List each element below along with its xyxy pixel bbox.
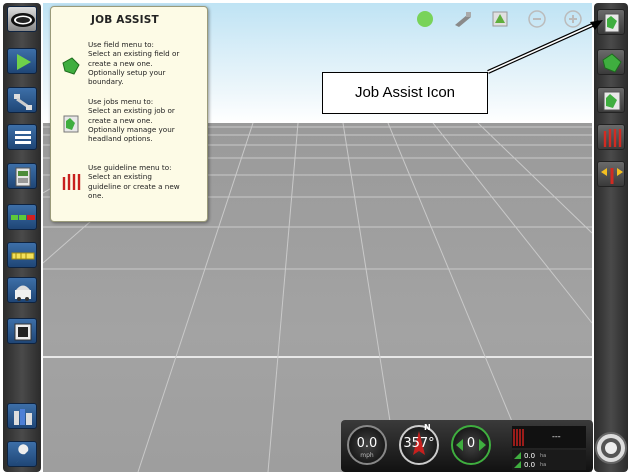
gps-status-icon[interactable]: [415, 9, 435, 29]
field-menu-icon: [60, 55, 82, 77]
compass-north-label: N: [424, 423, 431, 432]
jobs-menu-icon: [60, 113, 82, 135]
left-toolbar: [3, 3, 41, 472]
job-assist-callout: Job Assist Icon: [322, 72, 488, 114]
application-window: JOB ASSIST Use field menu to: Select an …: [0, 0, 631, 475]
nudge-icon[interactable]: [597, 161, 625, 187]
speed-value: 0.0: [356, 436, 378, 451]
brand-logo-icon[interactable]: [7, 6, 37, 32]
boom-sections-icon[interactable]: [7, 204, 37, 230]
callout-label: Job Assist Icon: [354, 84, 456, 101]
field-menu-help-text: Use field menu to: Select an existing fi…: [88, 40, 180, 87]
area-2-unit: ha: [540, 462, 547, 468]
brand-wheel-icon[interactable]: [594, 427, 628, 469]
job-assist-title: JOB ASSIST: [91, 14, 159, 26]
area-1-value: 0.0: [524, 452, 536, 460]
right-toolbar: [594, 3, 628, 472]
guideline-icon[interactable]: [597, 124, 625, 150]
area-2-value: 0.0: [524, 461, 536, 469]
field-view-icon[interactable]: [490, 9, 510, 29]
steering-gauge[interactable]: 0: [451, 425, 491, 465]
speed-unit: mph: [360, 452, 374, 459]
zoom-in-icon[interactable]: [563, 9, 583, 29]
display-icon[interactable]: [7, 318, 37, 344]
zoom-out-icon[interactable]: [527, 9, 547, 29]
cross-track-value: ---: [552, 432, 561, 441]
guideline-menu-help-text: Use guideline menu to: Select an existin…: [88, 163, 180, 200]
guideline-menu-icon: [60, 171, 82, 193]
implement-icon[interactable]: [7, 242, 37, 268]
heading-value: 357°: [403, 436, 435, 451]
speed-gauge[interactable]: 0.0 mph: [347, 425, 387, 465]
guidance-icon[interactable]: [7, 277, 37, 303]
run-screen-icon[interactable]: [7, 48, 37, 74]
heading-compass[interactable]: 357°: [399, 425, 439, 465]
list-settings-icon[interactable]: [7, 124, 37, 150]
job-assist-panel: JOB ASSIST Use field menu to: Select an …: [50, 6, 208, 222]
jobs-menu-help-text: Use jobs menu to: Select an existing job…: [88, 97, 175, 144]
view-mode-icon[interactable]: [453, 9, 473, 29]
job-report-icon[interactable]: [7, 403, 37, 429]
vehicle-setup-icon[interactable]: [7, 87, 37, 113]
wrench-icon[interactable]: [7, 441, 37, 467]
console-icon[interactable]: [7, 163, 37, 189]
lightbar-panel: --- 0.0 ha 0.0 ha: [512, 426, 586, 470]
area-1-unit: ha: [540, 453, 547, 459]
job-assist-icon[interactable]: [597, 9, 625, 35]
field-icon[interactable]: [597, 49, 625, 75]
steering-value: 0: [466, 436, 476, 451]
job-icon[interactable]: [597, 87, 625, 113]
